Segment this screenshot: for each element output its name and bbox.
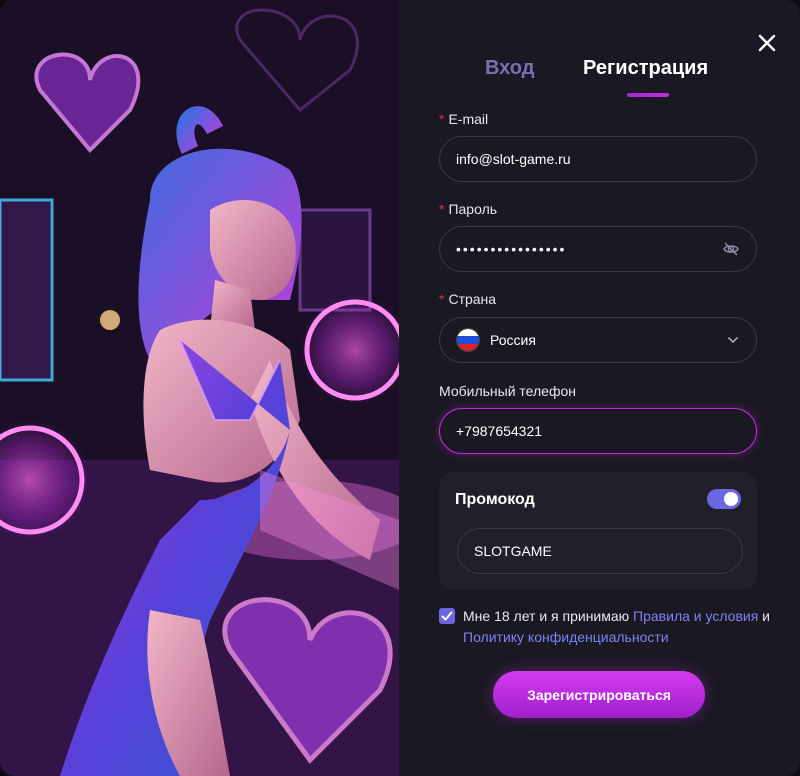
agreement-text-and: и: [758, 608, 771, 624]
required-mark: *: [439, 111, 445, 127]
promo-artwork: [0, 0, 399, 776]
registration-form: Вход Регистрация * E-mail info@slot-game.…: [399, 0, 800, 776]
email-value: info@slot-game.ru: [456, 151, 571, 167]
rules-link[interactable]: Правила и условия: [633, 608, 758, 624]
promo-toggle[interactable]: [707, 489, 741, 509]
neon-girl-illustration: [0, 0, 399, 776]
password-label: * Пароль: [439, 201, 497, 217]
active-tab-indicator: [627, 93, 669, 97]
promo-title: Промокод: [455, 491, 535, 508]
chevron-down-icon: [728, 337, 738, 344]
toggle-knob: [724, 492, 738, 506]
registration-modal: Вход Регистрация * E-mail info@slot-game.…: [0, 0, 800, 776]
agreement-checkbox[interactable]: [439, 608, 455, 624]
tab-login[interactable]: Вход: [485, 57, 534, 80]
password-field[interactable]: ••••••••••••••••: [439, 226, 757, 272]
privacy-link[interactable]: Политику конфиденциальности: [463, 629, 669, 645]
promo-section: Промокод SLOTGAME: [439, 472, 757, 590]
password-label-text: Пароль: [448, 201, 498, 217]
check-icon: [441, 611, 453, 621]
country-label: * Страна: [439, 291, 496, 307]
required-mark: *: [439, 291, 445, 307]
country-value: Россия: [490, 332, 536, 348]
password-value: ••••••••••••••••: [456, 241, 567, 257]
promo-code-value: SLOTGAME: [474, 543, 552, 559]
close-icon[interactable]: [756, 32, 778, 54]
email-field[interactable]: info@slot-game.ru: [439, 136, 757, 182]
email-label: * E-mail: [439, 111, 488, 127]
auth-tabs: Вход Регистрация: [399, 57, 800, 107]
russia-flag-icon: [456, 328, 480, 352]
agreement-text-before: Мне 18 лет и я принимаю: [463, 608, 634, 624]
phone-field[interactable]: +7987654321: [439, 408, 757, 454]
country-label-text: Страна: [448, 291, 497, 307]
phone-value: +7987654321: [456, 423, 543, 439]
register-button[interactable]: Зарегистрироваться: [493, 671, 705, 718]
eye-off-icon[interactable]: [722, 240, 740, 258]
email-label-text: E-mail: [448, 111, 489, 127]
phone-label: Мобильный телефон: [439, 383, 576, 399]
phone-label-text: Мобильный телефон: [439, 383, 576, 399]
country-select[interactable]: Россия: [439, 317, 757, 363]
promo-code-input[interactable]: SLOTGAME: [457, 528, 743, 574]
tab-register[interactable]: Регистрация: [583, 57, 708, 80]
agreement-text: Мне 18 лет и я принимаю Правила и услови…: [463, 606, 773, 648]
required-mark: *: [439, 201, 445, 217]
